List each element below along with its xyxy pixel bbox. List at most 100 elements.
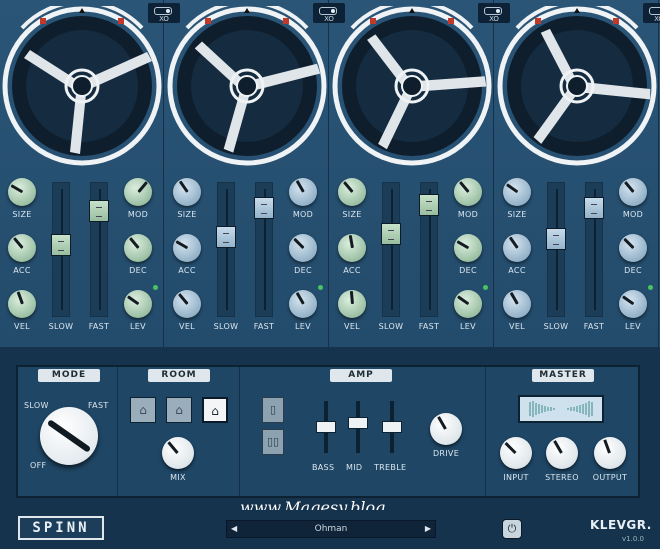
mod-knob[interactable] — [124, 178, 152, 206]
lev-label: LEV — [460, 322, 476, 331]
spinner-strip-2: XO SIZE ACC VEL MOD DEC LEV SLOW FAST — [165, 0, 345, 347]
mode-knob[interactable] — [40, 407, 98, 465]
dec-knob[interactable] — [454, 234, 482, 262]
level-led — [648, 285, 653, 290]
preset-name[interactable]: Ohman — [227, 524, 435, 534]
fast-fader-cap[interactable] — [584, 197, 604, 219]
klevgr-logo: KLEVGR. — [590, 518, 652, 532]
lev-label: LEV — [625, 322, 641, 331]
mod-knob[interactable] — [619, 178, 647, 206]
amp-title: AMP — [330, 369, 392, 382]
mod-knob[interactable] — [454, 178, 482, 206]
dec-label: DEC — [459, 266, 477, 275]
slow-fader-cap[interactable] — [216, 226, 236, 248]
mod-knob[interactable] — [289, 178, 317, 206]
mod-label: MOD — [127, 210, 149, 219]
size-knob[interactable] — [503, 178, 531, 206]
tube-double-button[interactable]: ▯▯ — [262, 429, 284, 455]
slow-fader[interactable] — [51, 182, 71, 317]
fast-fader[interactable] — [584, 182, 604, 317]
next-preset-button[interactable]: ▶ — [425, 524, 431, 533]
power-button[interactable]: ⏻ — [502, 519, 522, 539]
fast-fader-cap[interactable] — [89, 200, 109, 222]
acc-knob[interactable] — [8, 234, 36, 262]
rotating-speaker-reel — [2, 6, 162, 166]
size-label: SIZE — [342, 210, 362, 219]
mod-label: MOD — [622, 210, 644, 219]
mode-off-label: OFF — [30, 461, 47, 470]
spinner-strip-4: XO SIZEACCVELMODDECLEVSLOWFAST — [495, 0, 660, 347]
mode-title: MODE — [38, 369, 100, 382]
preset-selector[interactable]: ◀ Ohman ▶ — [226, 520, 436, 538]
dec-label: DEC — [129, 266, 147, 275]
fast-fader-cap[interactable] — [419, 194, 439, 216]
size-label: SIZE — [12, 210, 32, 219]
acc-label: ACC — [508, 266, 526, 275]
acc-knob[interactable] — [173, 234, 201, 262]
vel-knob[interactable] — [173, 290, 201, 318]
dec-knob[interactable] — [619, 234, 647, 262]
mod-label: MOD — [457, 210, 479, 219]
stereo-label: STEREO — [545, 473, 579, 482]
vel-label: VEL — [179, 322, 195, 331]
room-small-button[interactable]: ⌂ — [130, 397, 156, 423]
fast-fader-cap[interactable] — [254, 197, 274, 219]
slow-fader-cap[interactable] — [546, 228, 566, 250]
dec-knob[interactable] — [289, 234, 317, 262]
size-knob[interactable] — [8, 178, 36, 206]
dec-label: DEC — [624, 266, 642, 275]
power-icon: ⏻ — [507, 522, 517, 535]
mix-knob[interactable] — [162, 437, 194, 469]
acc-knob[interactable] — [503, 234, 531, 262]
output-label: OUTPUT — [592, 473, 628, 482]
slow-fader-cap[interactable] — [381, 223, 401, 245]
room-medium-button[interactable]: ⌂ — [166, 397, 192, 423]
tube-single-button[interactable]: ▯ — [262, 397, 284, 423]
treble-label: TREBLE — [374, 463, 407, 472]
fast-fader[interactable] — [419, 182, 439, 317]
room-title: ROOM — [148, 369, 210, 382]
fast-fader[interactable] — [89, 182, 109, 317]
vel-label: VEL — [14, 322, 30, 331]
spinner-strip-3: XO SIZE ACC VEL MOD DEC LEV SLOW FAST — [330, 0, 510, 347]
input-knob[interactable] — [500, 437, 532, 469]
acc-knob[interactable] — [338, 234, 366, 262]
mid-slider[interactable] — [348, 401, 368, 453]
slow-fader[interactable] — [381, 182, 401, 317]
dec-knob[interactable] — [124, 234, 152, 262]
output-knob[interactable] — [594, 437, 626, 469]
global-controls-panel: MODE SLOW FAST OFF ROOM ⌂ ⌂ ⌂ MIX AMP ▯ … — [16, 365, 640, 498]
vel-knob[interactable] — [503, 290, 531, 318]
stereo-knob[interactable] — [546, 437, 578, 469]
vel-knob[interactable] — [338, 290, 366, 318]
drive-knob[interactable] — [430, 413, 462, 445]
slow-label: SLOW — [48, 322, 74, 331]
fast-fader[interactable] — [254, 182, 274, 317]
rotating-speaker-reel — [167, 6, 327, 166]
lev-label: LEV — [295, 322, 311, 331]
size-knob[interactable] — [338, 178, 366, 206]
rotating-speaker-reel — [497, 6, 657, 166]
version-label: v1.0.0 — [622, 535, 644, 543]
size-knob[interactable] — [173, 178, 201, 206]
mid-label: MID — [346, 463, 363, 472]
fast-label: FAST — [583, 322, 605, 331]
fast-label: FAST — [253, 322, 275, 331]
acc-label: ACC — [178, 266, 196, 275]
fast-label: FAST — [88, 322, 110, 331]
room-large-button[interactable]: ⌂ — [202, 397, 228, 423]
slow-fader[interactable] — [546, 182, 566, 317]
input-label: INPUT — [503, 473, 529, 482]
vel-knob[interactable] — [8, 290, 36, 318]
bass-label: BASS — [312, 463, 335, 472]
bass-slider[interactable] — [316, 401, 336, 453]
slow-fader-cap[interactable] — [51, 234, 71, 256]
lev-knob[interactable] — [289, 290, 317, 318]
tube-double-icon: ▯▯ — [266, 435, 280, 448]
rotating-speaker-reel — [332, 6, 492, 166]
treble-slider[interactable] — [382, 401, 402, 453]
lev-knob[interactable] — [454, 290, 482, 318]
slow-fader[interactable] — [216, 182, 236, 317]
lev-knob[interactable] — [124, 290, 152, 318]
lev-knob[interactable] — [619, 290, 647, 318]
